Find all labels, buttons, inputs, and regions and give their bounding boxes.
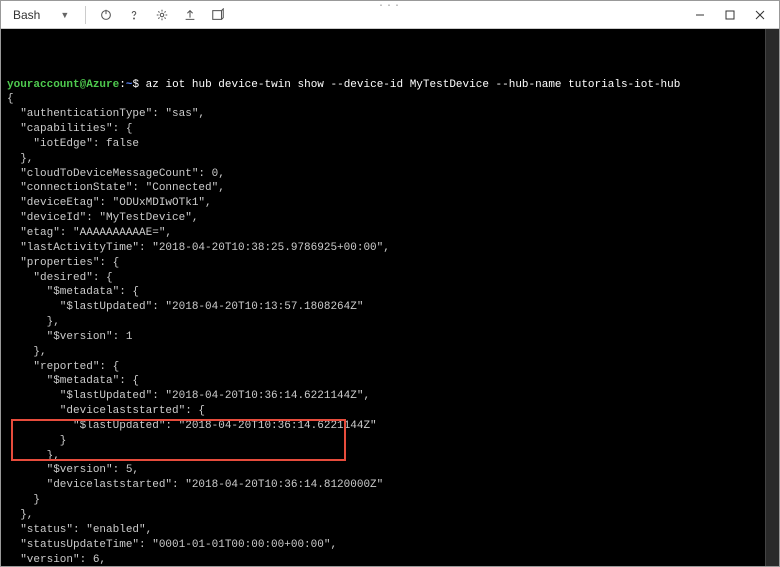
minimize-button[interactable]: [685, 3, 715, 27]
titlebar-left: Bash ▼: [5, 3, 230, 27]
window-controls: [685, 3, 775, 27]
maximize-button[interactable]: [715, 3, 745, 27]
drag-handle: ...: [378, 0, 402, 10]
terminal-content: youraccount@Azure:~$ az iot hub device-t…: [7, 78, 773, 566]
settings-icon[interactable]: [150, 3, 174, 27]
terminal-body[interactable]: youraccount@Azure:~$ az iot hub device-t…: [1, 29, 779, 566]
shell-name: Bash: [13, 8, 40, 22]
scrollbar[interactable]: [765, 29, 779, 566]
upload-icon[interactable]: [178, 3, 202, 27]
help-icon[interactable]: [122, 3, 146, 27]
shell-selector[interactable]: Bash ▼: [5, 6, 77, 24]
terminal-window: ... Bash ▼: [0, 0, 780, 567]
divider: [85, 6, 86, 24]
restart-icon[interactable]: [94, 3, 118, 27]
new-session-icon[interactable]: [206, 3, 230, 27]
chevron-down-icon: ▼: [60, 10, 69, 20]
close-button[interactable]: [745, 3, 775, 27]
